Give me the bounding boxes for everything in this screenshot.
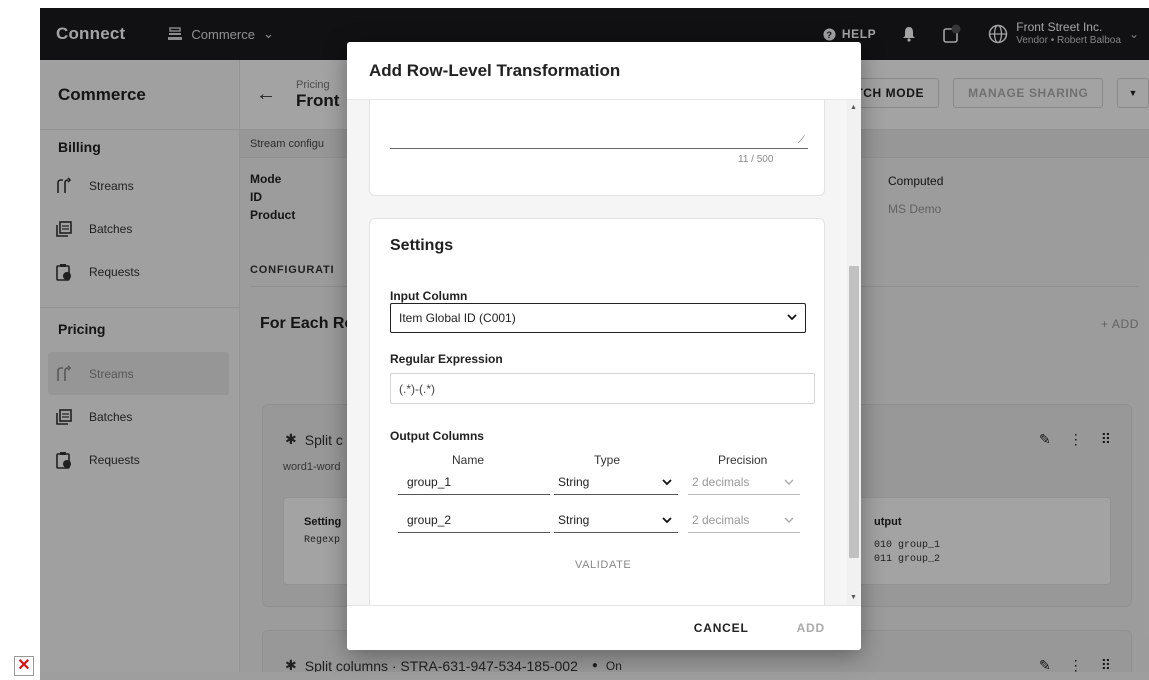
scroll-down-icon[interactable]: ▼	[850, 594, 857, 601]
regex-label: Regular Expression	[390, 352, 503, 366]
regex-input[interactable]: (.*)-(.*)	[390, 373, 815, 404]
output-precision-select[interactable]: 2 decimals	[688, 469, 800, 495]
scroll-up-icon[interactable]: ▲	[850, 104, 857, 111]
output-precision-value: 2 decimals	[692, 512, 750, 527]
add-button[interactable]: ADD	[797, 621, 825, 635]
validate-button[interactable]: VALIDATE	[575, 559, 631, 571]
resize-handle-icon[interactable]: ⟋	[798, 135, 805, 146]
column-header-precision: Precision	[718, 453, 768, 467]
output-columns-label: Output Columns	[390, 429, 484, 443]
chevron-down-icon	[662, 517, 672, 524]
dialog-scrollbar[interactable]: ▲ ▼	[847, 100, 861, 605]
input-column-label: Input Column	[390, 289, 468, 303]
output-name-input[interactable]: group_1	[398, 469, 550, 495]
output-precision-value: 2 decimals	[692, 474, 750, 489]
cancel-button[interactable]: CANCEL	[694, 621, 749, 635]
dialog-body: ⟋ 11 / 500 Settings Input Column Item Gl…	[347, 100, 847, 605]
column-header-name: Name	[452, 453, 485, 467]
output-type-select[interactable]: String	[554, 507, 678, 533]
output-type-value: String	[558, 474, 590, 489]
output-precision-select[interactable]: 2 decimals	[688, 507, 800, 533]
description-card: ⟋ 11 / 500	[369, 100, 825, 196]
add-transformation-dialog: Add Row-Level Transformation ⟋ 11 / 500 …	[347, 42, 861, 650]
scrollbar-thumb[interactable]	[849, 266, 859, 558]
horizontal-scrollbar[interactable]	[40, 672, 1149, 680]
output-type-select[interactable]: String	[554, 469, 678, 495]
chevron-down-icon	[787, 314, 797, 321]
input-column-select[interactable]: Item Global ID (C001)	[390, 303, 806, 333]
chevron-down-icon	[662, 479, 672, 486]
output-type-value: String	[558, 512, 590, 527]
settings-card: Settings Input Column Item Global ID (C0…	[369, 218, 825, 605]
chevron-down-icon	[784, 517, 794, 523]
character-counter: 11 / 500	[738, 154, 774, 165]
broken-image-icon: ✕	[14, 656, 34, 676]
dialog-title: Add Row-Level Transformation	[347, 42, 861, 100]
output-name-input[interactable]: group_2	[398, 507, 550, 533]
input-column-value: Item Global ID (C001)	[399, 311, 516, 325]
dialog-footer: CANCEL ADD	[347, 605, 861, 650]
description-textarea[interactable]	[390, 148, 808, 149]
chevron-down-icon	[784, 479, 794, 485]
settings-title: Settings	[390, 237, 454, 254]
column-header-type: Type	[594, 453, 621, 467]
